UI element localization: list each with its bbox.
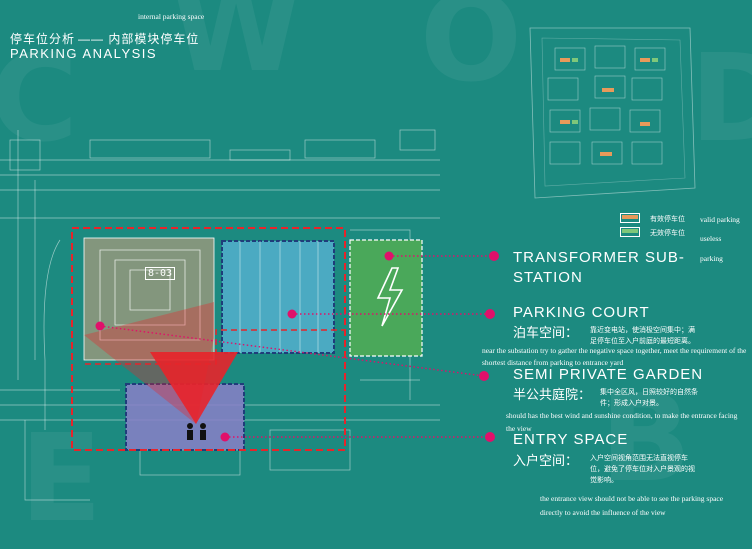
legend-useless-swatch [620,227,640,237]
entry-space-en-note: the entrance view should not be able to … [540,494,724,517]
garden-label: SEMI PRIVATE GARDEN [513,366,704,383]
background-letter-o: O [420,0,523,109]
parking-court-label-cn: 泊车空间： [513,325,579,340]
site-plan [0,129,499,501]
garden-desc-1: 集中全区风，日照较好的自然条 [600,389,698,396]
transformer-label-line1: TRANSFORMER SUB- [513,249,685,266]
page-subtitle-cn: —— 内部模块停车位 [78,32,200,46]
legend-useless-en: useless parking [700,234,723,263]
entry-space-desc-3: 觉影响。 [590,477,618,484]
entry-space-label-cn: 入户空间： [513,453,579,468]
legend-useless-cn: 无效停车位 [650,230,685,237]
entry-space-desc-1: 入户空间视角范围无法直视停车 [590,455,688,462]
key-plan [529,27,696,199]
legend-valid-swatch [620,213,640,223]
entry-space-label: ENTRY SPACE [513,431,629,448]
parking-court-desc-1: 靠近变电站，使消极空间集中；满 [590,327,695,334]
transformer-label-line2: STATION [513,269,583,286]
entry-space-desc-2: 位，避免了停车位对入户景观的视 [590,466,695,473]
garden-label-cn: 半公共庭院： [513,387,592,402]
legend-valid-en: valid parking [700,215,740,224]
page-title-cn: 停车位分析 [10,32,76,46]
legend-valid-cn: 有效停车位 [650,216,685,223]
garden-desc-2: 件；形成入户对景。 [600,400,663,407]
parking-court-label: PARKING COURT [513,304,650,321]
page-title-en: PARKING ANALYSIS [10,46,158,61]
page-subtitle-en-note: internal parking space [138,12,205,21]
building-code-label: 8-03 [145,267,176,280]
